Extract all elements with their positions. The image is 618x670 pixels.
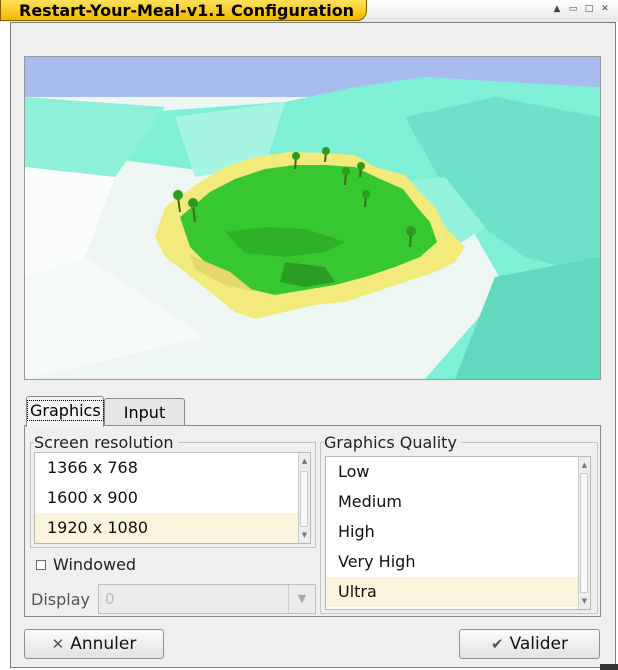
maximize-icon[interactable]: □ bbox=[584, 4, 594, 14]
title-bar[interactable]: Restart-Your-Meal-v1.1 Configuration ▲ ▭… bbox=[0, 0, 618, 22]
tab-input-label: Input bbox=[123, 403, 166, 422]
ok-button[interactable]: ✔ Valider bbox=[459, 629, 600, 659]
ok-button-label: Valider bbox=[509, 634, 568, 654]
cancel-button[interactable]: ✕ Annuler bbox=[24, 629, 164, 659]
list-item[interactable]: High bbox=[326, 517, 590, 547]
checkmark-icon: ✔ bbox=[491, 635, 504, 653]
chevron-down-icon[interactable]: ▼ bbox=[288, 585, 315, 613]
scroll-thumb[interactable] bbox=[580, 473, 588, 593]
display-label: Display bbox=[31, 590, 90, 609]
list-item-selected[interactable]: 1920 x 1080 bbox=[35, 513, 310, 543]
resolution-scrollbar[interactable]: ▲ ▼ bbox=[298, 453, 310, 543]
shade-icon[interactable]: ▲ bbox=[552, 4, 562, 14]
resolution-label: Screen resolution bbox=[34, 433, 178, 452]
windowed-label: Windowed bbox=[53, 555, 137, 574]
display-combo[interactable]: 0 ▼ bbox=[98, 584, 316, 614]
list-item[interactable]: 1366 x 768 bbox=[35, 453, 310, 483]
cancel-button-label: Annuler bbox=[70, 634, 137, 654]
list-item-selected[interactable]: Ultra bbox=[326, 577, 590, 607]
minimize-icon[interactable]: ▭ bbox=[568, 4, 578, 14]
display-value: 0 bbox=[105, 590, 115, 608]
quality-label: Graphics Quality bbox=[324, 433, 461, 452]
close-icon[interactable]: ✕ bbox=[600, 4, 610, 14]
windowed-checkbox[interactable] bbox=[36, 560, 46, 570]
tab-graphics[interactable]: Graphics bbox=[26, 396, 104, 427]
resize-grip[interactable] bbox=[600, 664, 618, 670]
game-preview-image bbox=[24, 56, 601, 380]
scroll-down-icon[interactable]: ▼ bbox=[299, 529, 310, 541]
window-controls: ▲ ▭ □ ✕ bbox=[552, 4, 610, 14]
tab-input[interactable]: Input bbox=[104, 398, 185, 426]
window-title: Restart-Your-Meal-v1.1 Configuration bbox=[0, 0, 368, 21]
scroll-up-icon[interactable]: ▲ bbox=[299, 455, 310, 467]
island-scene-image bbox=[25, 57, 600, 379]
list-item[interactable]: Very High bbox=[326, 547, 590, 577]
quality-list[interactable]: Low Medium High Very High Ultra ▲ ▼ bbox=[325, 456, 591, 610]
resolution-list[interactable]: 1366 x 768 1600 x 900 1920 x 1080 ▲ ▼ bbox=[34, 452, 311, 544]
tab-graphics-label: Graphics bbox=[27, 400, 104, 421]
scroll-up-icon[interactable]: ▲ bbox=[579, 459, 590, 471]
list-item[interactable]: Low bbox=[326, 457, 590, 487]
scroll-down-icon[interactable]: ▼ bbox=[579, 595, 590, 607]
list-item[interactable]: 1600 x 900 bbox=[35, 483, 310, 513]
list-item[interactable]: Medium bbox=[326, 487, 590, 517]
close-icon: ✕ bbox=[51, 635, 65, 653]
scroll-thumb[interactable] bbox=[300, 471, 308, 527]
quality-scrollbar[interactable]: ▲ ▼ bbox=[578, 457, 590, 609]
